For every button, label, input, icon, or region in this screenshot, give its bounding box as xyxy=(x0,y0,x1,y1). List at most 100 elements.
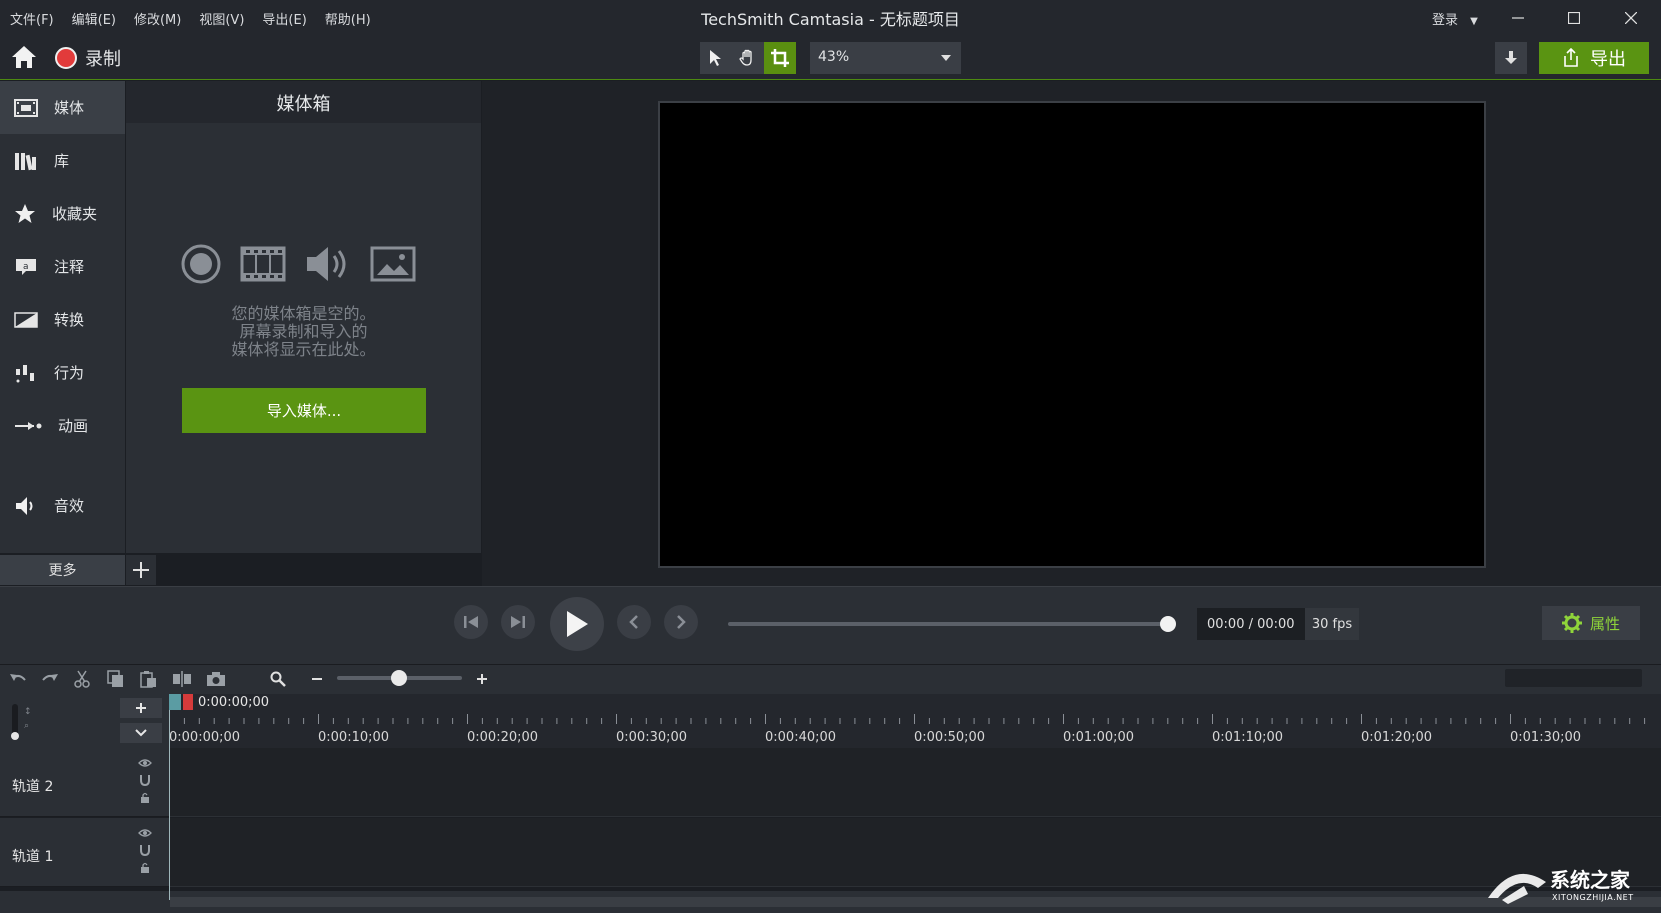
track-lane[interactable] xyxy=(170,748,1661,817)
select-tool-button[interactable] xyxy=(700,42,732,74)
plus-icon xyxy=(477,674,487,684)
previous-marker-button[interactable] xyxy=(617,605,651,639)
timeline-scrollbar[interactable] xyxy=(170,897,1661,907)
timeline-overview-bar[interactable] xyxy=(1505,669,1642,687)
snapshot-button[interactable] xyxy=(202,668,230,690)
sidebar-item-label: 注释 xyxy=(54,258,85,276)
eye-icon[interactable] xyxy=(138,758,152,768)
track-options-button[interactable] xyxy=(120,723,162,743)
ruler-label: 0:00:20;00 xyxy=(467,730,539,745)
download-button[interactable] xyxy=(1495,42,1527,74)
playhead-start-handle[interactable] xyxy=(169,694,181,710)
maximize-button[interactable] xyxy=(1546,0,1602,36)
step-back-button[interactable] xyxy=(454,605,488,639)
playhead-end-handle[interactable] xyxy=(183,694,193,710)
playhead-time: 0:00:00;00 xyxy=(198,695,270,710)
step-forward-button[interactable] xyxy=(501,605,535,639)
track-lane[interactable] xyxy=(170,818,1661,887)
zoom-dropdown[interactable]: 43% xyxy=(810,42,961,74)
main-toolbar: 录制 43% 导出 xyxy=(0,36,1661,80)
track-header[interactable]: 轨道 2 xyxy=(0,748,169,817)
camera-icon xyxy=(207,672,225,686)
record-label: 录制 xyxy=(85,49,121,70)
login-menu[interactable]: 登录 ▼ xyxy=(1432,9,1478,28)
next-marker-button[interactable] xyxy=(664,605,698,639)
image-icon xyxy=(370,246,416,282)
time-display: 00:00 / 00:00 30 fps xyxy=(1197,608,1359,640)
copy-icon xyxy=(107,670,123,687)
zoom-out-button[interactable] xyxy=(303,668,331,690)
track-header[interactable]: 轨道 1 xyxy=(0,818,169,887)
magnet-icon[interactable] xyxy=(139,844,151,856)
sidebar-item-behaviors[interactable]: 行为 xyxy=(0,346,125,399)
maximize-icon xyxy=(1568,12,1580,24)
magnet-icon[interactable] xyxy=(139,774,151,786)
eye-icon[interactable] xyxy=(138,828,152,838)
redo-button[interactable] xyxy=(36,668,64,690)
ruler-label: 0:00:40;00 xyxy=(765,730,837,745)
sidebar: 媒体 库 收藏夹 a 注释 转换 行为 动画 音效 xyxy=(0,81,125,553)
time-readout: 00:00 / 00:00 xyxy=(1207,616,1295,632)
track-label: 轨道 2 xyxy=(12,779,54,795)
timeline-ruler[interactable]: 0:00:00;00 0:00:10;00 0:00:20;00 0:00:30… xyxy=(169,694,1661,748)
download-icon xyxy=(1505,51,1517,64)
minimize-button[interactable] xyxy=(1490,0,1546,36)
scrub-handle[interactable] xyxy=(1160,616,1176,632)
film-icon xyxy=(240,246,286,282)
track-controls xyxy=(138,828,152,874)
split-button[interactable] xyxy=(168,668,196,690)
svg-text:↕: ↕ xyxy=(24,707,32,717)
behavior-icon xyxy=(16,364,34,382)
zoom-button[interactable] xyxy=(264,668,292,690)
sidebar-item-transitions[interactable]: 转换 xyxy=(0,293,125,346)
play-button[interactable] xyxy=(550,597,604,651)
lock-icon[interactable] xyxy=(140,862,150,874)
sidebar-item-library[interactable]: 库 xyxy=(0,134,125,187)
lock-icon[interactable] xyxy=(140,792,150,804)
add-track-button[interactable] xyxy=(120,698,162,718)
home-icon xyxy=(12,46,36,68)
track-height-slider[interactable]: ↕⌕ xyxy=(10,702,40,742)
record-icon xyxy=(55,47,77,69)
add-tab-button[interactable] xyxy=(126,555,156,585)
scrub-bar[interactable] xyxy=(728,622,1168,626)
undo-button[interactable] xyxy=(4,668,32,690)
sidebar-item-favorites[interactable]: 收藏夹 xyxy=(0,187,125,240)
paste-button[interactable] xyxy=(134,668,162,690)
playhead-line xyxy=(169,710,170,900)
import-media-button[interactable]: 导入媒体... xyxy=(182,388,426,433)
empty-line-3: 媒体将显示在此处。 xyxy=(231,340,376,359)
chevron-down-icon xyxy=(135,729,147,737)
sidebar-item-annotations[interactable]: a 注释 xyxy=(0,240,125,293)
sidebar-item-audio-effects[interactable]: 音效 xyxy=(0,479,125,532)
export-label: 导出 xyxy=(1590,49,1626,70)
transition-icon xyxy=(14,311,38,328)
sidebar-item-label: 音效 xyxy=(54,497,85,515)
sidebar-item-media[interactable]: 媒体 xyxy=(0,81,125,134)
title-bar: 文件(F) 编辑(E) 修改(M) 视图(V) 导出(E) 帮助(H) Tech… xyxy=(0,0,1661,36)
cut-button[interactable] xyxy=(68,668,96,690)
crop-tool-button[interactable] xyxy=(764,42,796,74)
record-button[interactable]: 录制 xyxy=(55,44,121,72)
share-icon xyxy=(1564,48,1578,67)
pan-tool-button[interactable] xyxy=(732,42,764,74)
empty-line-1: 您的媒体箱是空的。 xyxy=(231,304,376,323)
sidebar-item-animations[interactable]: 动画 xyxy=(0,399,125,452)
properties-button[interactable]: 属性 xyxy=(1542,606,1640,640)
ruler-label: 0:01:00;00 xyxy=(1063,730,1135,745)
ruler-label: 0:00:50;00 xyxy=(914,730,986,745)
timeline-zoom-handle[interactable] xyxy=(391,670,407,686)
home-button[interactable] xyxy=(10,43,40,73)
media-type-icons xyxy=(180,243,430,285)
copy-button[interactable] xyxy=(102,668,130,690)
close-button[interactable] xyxy=(1603,0,1659,36)
watermark-subtext: XITONGZHIJIA.NET xyxy=(1552,893,1634,902)
annotation-icon: a xyxy=(16,258,36,275)
paste-icon xyxy=(140,671,156,688)
ruler-label: 0:00:00;00 xyxy=(169,730,241,745)
preview-canvas[interactable] xyxy=(658,101,1486,568)
zoom-in-button[interactable] xyxy=(468,668,496,690)
more-button[interactable]: 更多 xyxy=(0,555,125,585)
export-button[interactable]: 导出 xyxy=(1539,42,1649,74)
sidebar-item-label: 收藏夹 xyxy=(52,205,98,223)
